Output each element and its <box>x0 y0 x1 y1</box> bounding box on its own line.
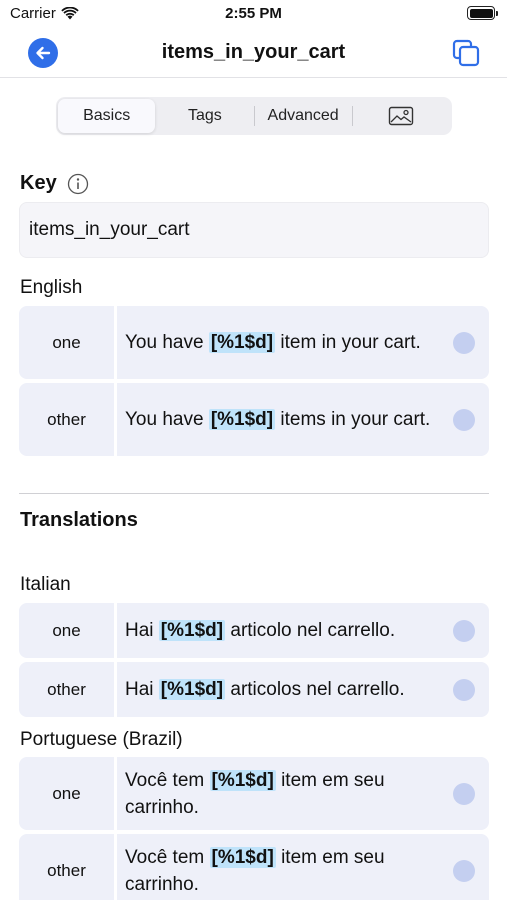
status-dot-icon[interactable] <box>453 678 475 701</box>
tab-advanced[interactable]: Advanced <box>255 99 352 133</box>
quantity-label: one <box>19 306 117 379</box>
text-before: Você tem <box>125 769 210 791</box>
placeholder-token: [%1$d] <box>209 769 276 791</box>
english-label: English <box>20 277 83 298</box>
text-after: articolos nel carrello. <box>225 679 405 700</box>
quantity-label: one <box>19 757 117 830</box>
tab-advanced-label: Advanced <box>267 107 339 124</box>
quantity-label: other <box>19 834 117 900</box>
translation-text[interactable]: You have [%1$d] items in your cart. <box>117 383 489 456</box>
text-before: You have <box>125 409 209 430</box>
quantity-label: other <box>19 662 117 717</box>
italian-row-other[interactable]: other Hai [%1$d] articolos nel carrello. <box>19 662 489 717</box>
text-after: item in your cart. <box>275 332 421 353</box>
translation-text[interactable]: Hai [%1$d] articolos nel carrello. <box>117 662 489 717</box>
portuguese-row-other[interactable]: other Você tem [%1$d] item em seu carrin… <box>19 834 489 900</box>
status-dot-icon[interactable] <box>453 859 475 882</box>
status-dot-icon[interactable] <box>453 331 475 354</box>
portuguese-label: Portuguese (Brazil) <box>20 729 183 750</box>
info-icon[interactable] <box>67 173 89 195</box>
translation-text[interactable]: Você tem [%1$d] item em seu carrinho. <box>117 834 489 900</box>
placeholder-token: [%1$d] <box>158 620 226 641</box>
section-divider <box>19 493 489 494</box>
placeholder-token: [%1$d] <box>208 332 276 353</box>
italian-row-one[interactable]: one Hai [%1$d] articolo nel carrello. <box>19 603 489 658</box>
status-dot-icon[interactable] <box>453 408 475 431</box>
tab-tags[interactable]: Tags <box>156 99 253 133</box>
tab-image[interactable] <box>353 99 450 133</box>
text-before: Hai <box>125 620 159 641</box>
quantity-label: one <box>19 603 117 658</box>
text-before: Você tem <box>125 846 210 868</box>
text-before: You have <box>125 332 209 353</box>
copy-icon <box>452 39 480 67</box>
navigation-bar: items_in_your_cart <box>0 28 507 78</box>
translation-text[interactable]: Você tem [%1$d] item em seu carrinho. <box>117 757 489 830</box>
text-after: articolo nel carrello. <box>225 620 396 641</box>
translation-text[interactable]: You have [%1$d] item in your cart. <box>117 306 489 379</box>
translation-text[interactable]: Hai [%1$d] articolo nel carrello. <box>117 603 489 658</box>
tab-tags-label: Tags <box>187 107 222 124</box>
text-before: Hai <box>125 679 159 700</box>
quantity-label: other <box>19 383 117 456</box>
image-icon <box>389 106 414 126</box>
status-time: 2:55 PM <box>225 5 282 22</box>
tab-segmented-control: Basics Tags Advanced <box>56 97 452 135</box>
tab-basics[interactable]: Basics <box>58 99 156 133</box>
italian-label: Italian <box>20 574 71 595</box>
duplicate-button[interactable] <box>451 38 481 68</box>
status-dot-icon[interactable] <box>453 782 475 805</box>
portuguese-row-one[interactable]: one Você tem [%1$d] item em seu carrinho… <box>19 757 489 830</box>
english-row-other[interactable]: other You have [%1$d] items in your cart… <box>19 383 489 456</box>
placeholder-token: [%1$d] <box>209 846 276 868</box>
status-bar: Carrier 2:55 PM <box>0 0 507 28</box>
battery-icon <box>467 6 498 20</box>
placeholder-token: [%1$d] <box>158 679 226 700</box>
text-after: items in your cart. <box>275 409 431 430</box>
placeholder-token: [%1$d] <box>208 409 276 430</box>
tab-basics-label: Basics <box>83 107 131 124</box>
english-row-one[interactable]: one You have [%1$d] item in your cart. <box>19 306 489 379</box>
translations-title: Translations <box>20 509 138 531</box>
page-title: items_in_your_cart <box>161 41 346 63</box>
key-field[interactable]: items_in_your_cart <box>19 202 489 258</box>
key-section: Key <box>20 172 89 195</box>
key-label: Key <box>20 172 57 194</box>
status-dot-icon[interactable] <box>453 619 475 642</box>
